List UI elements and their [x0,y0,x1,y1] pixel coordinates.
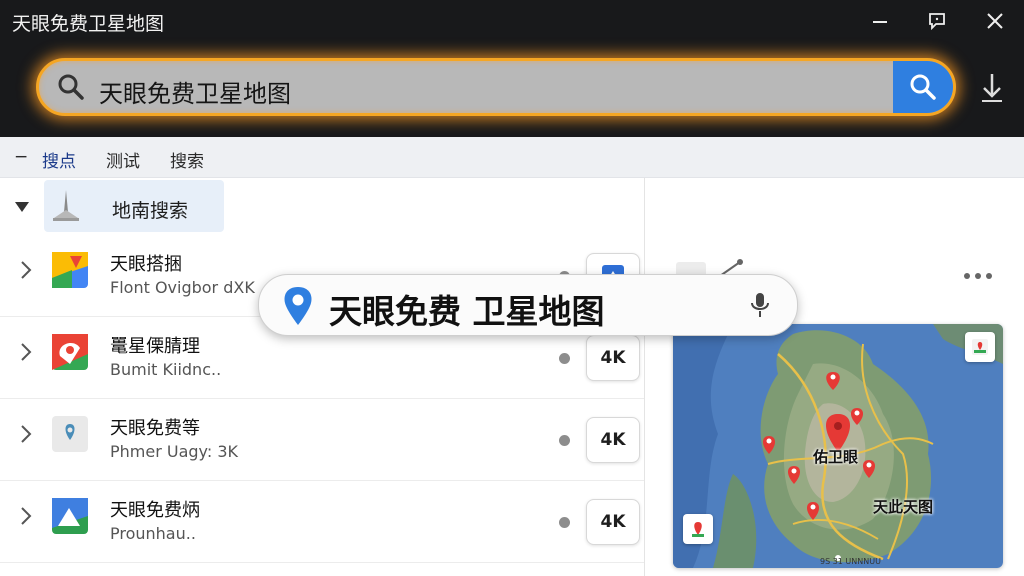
resolution-badge[interactable]: 4K [586,335,640,381]
item-subtitle: Prounhau.. [110,524,196,543]
microphone-icon[interactable] [749,291,771,323]
mountain-app-icon [52,498,88,534]
menu-bar: − 搜点 测试 搜索 [0,137,1024,178]
search-icon [910,74,936,100]
chevron-right-icon[interactable] [20,424,32,448]
list-item[interactable]: 天眼免费炳 Prounhau.. 4K [0,480,644,563]
location-pin-icon [692,522,704,537]
search-button[interactable] [893,61,953,113]
resolution-badge[interactable]: 4K [586,417,640,463]
map-layers-button[interactable] [965,332,995,362]
chevron-right-icon[interactable] [20,506,32,530]
group-header[interactable]: 地南搜索 [0,178,644,234]
more-icon[interactable] [962,266,994,285]
menu-item-ce-shi[interactable]: 测试 [106,147,140,172]
status-dot [559,435,570,446]
menu-item-sou-dian[interactable]: 搜点 [42,147,76,172]
location-app-icon [52,416,88,452]
menu-item-sou-suo[interactable]: 搜索 [170,147,204,172]
map-label: 佑卫眼 [813,448,859,466]
status-dot [559,353,570,364]
collapse-toggle[interactable]: − [14,147,28,167]
status-dot [559,517,570,528]
location-pin-icon [281,285,315,331]
chevron-right-icon[interactable] [20,342,32,366]
item-title: 鼍星傈腈理 [110,336,200,357]
floating-search-bar[interactable]: 天眼免费 卫星地图 [258,274,798,336]
locate-button[interactable] [683,514,713,544]
search-bar[interactable]: 天眼免费卫星地图 [36,58,956,116]
minimize-icon [873,21,887,23]
feedback-button[interactable] [920,6,954,36]
item-subtitle: Flont Ovigbor dXK [110,278,255,297]
chevron-right-icon[interactable] [20,260,32,284]
terrain-icon [50,188,82,228]
map-attribution: 9S 31 UNNNUU [820,557,881,566]
item-title: 天眼免费等 [110,418,200,439]
item-subtitle: Bumit Kiidnc.. [110,360,222,379]
minimize-button[interactable] [863,6,897,36]
close-button[interactable] [978,6,1012,36]
item-title: 天眼免费炳 [110,500,200,521]
caret-down-icon[interactable] [14,198,30,217]
satellite-map[interactable]: 佑卫眼 天此天图 [673,324,1003,568]
result-list: 地南搜索 天眼搭捆 Flont Ovigbor dXK 鼍星傈腈理 Bumit … [0,178,644,576]
search-input[interactable]: 天眼免费卫星地图 [99,74,291,109]
layers-icon [972,339,988,355]
floating-search-text[interactable]: 天眼免费 卫星地图 [329,285,605,333]
window-title: 天眼免费卫星地图 [12,13,165,35]
download-icon[interactable] [978,72,1006,108]
close-icon [987,13,1003,29]
list-item[interactable]: 天眼免费等 Phmer Uagy: 3K 4K [0,398,644,481]
item-title: 天眼搭捆 [110,254,182,275]
item-subtitle: Phmer Uagy: 3K [110,442,239,461]
title-bar: 天眼免费卫星地图 天眼免费卫星地图 [0,0,1024,137]
pane-divider [644,178,645,576]
maps-app-icon [52,252,88,288]
resolution-badge[interactable]: 4K [586,499,640,545]
chat-icon [929,13,945,31]
map-label: 天此天图 [873,498,934,516]
red-pin-app-icon [52,334,88,370]
search-icon [57,73,85,105]
group-label: 地南搜索 [112,200,189,222]
